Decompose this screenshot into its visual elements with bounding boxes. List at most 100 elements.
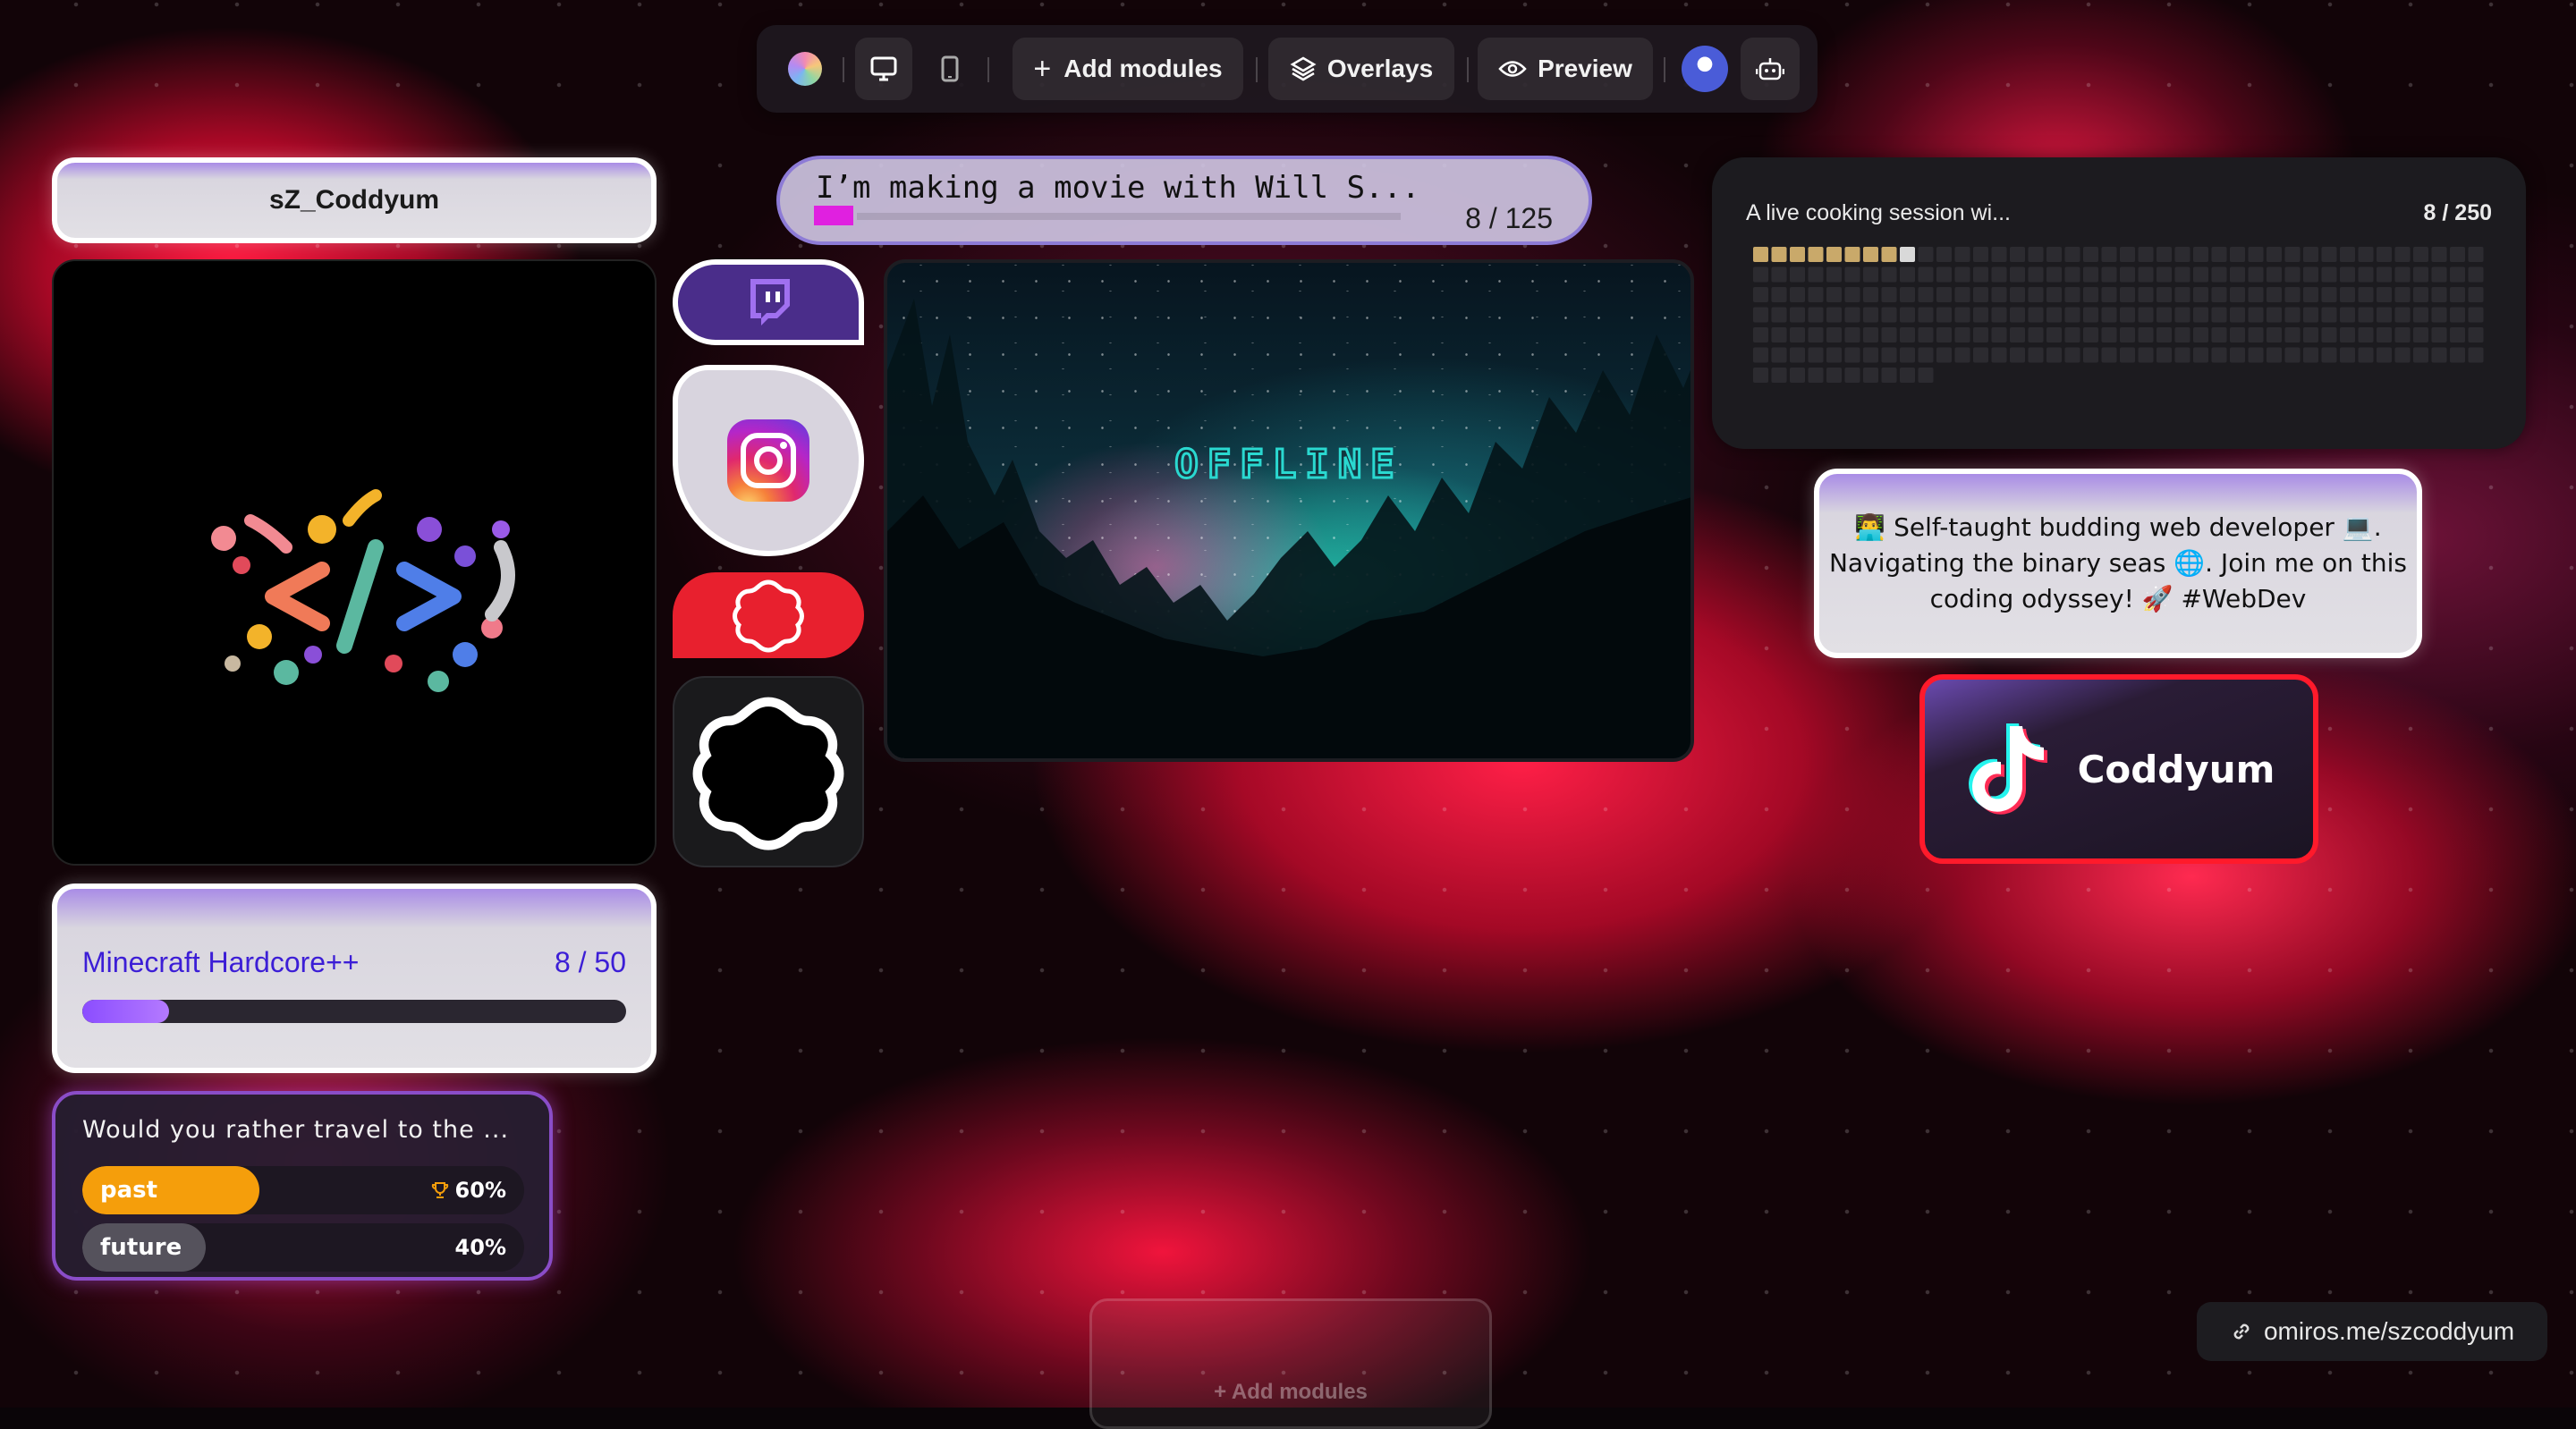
- username-card[interactable]: sZ_Coddyum: [52, 157, 657, 243]
- pixel-cell: [1753, 368, 1768, 383]
- add-modules-dropzone[interactable]: + Add modules: [1089, 1298, 1492, 1429]
- pixel-cell: [2358, 247, 2374, 262]
- pixel-cell: [2211, 307, 2227, 323]
- preview-button[interactable]: Preview: [1478, 38, 1653, 100]
- avatar-button[interactable]: [1678, 38, 1732, 100]
- pixel-cell: [2120, 287, 2135, 302]
- pixel-cell: [2101, 287, 2117, 302]
- pixel-cell: [1973, 266, 1988, 283]
- pixel-cell: [2101, 327, 2117, 342]
- pixel-cell: [2284, 347, 2301, 363]
- poll-card[interactable]: Would you rather travel to the ... past …: [52, 1091, 553, 1281]
- pixel-cell: [2377, 287, 2392, 302]
- pixel-cell: [2394, 307, 2411, 323]
- pixel-cell: [1973, 307, 1988, 323]
- pixel-cell: [2101, 347, 2117, 363]
- pixel-cell: [2450, 347, 2465, 363]
- pixel-cell: [1826, 368, 1842, 383]
- goal-progress-card[interactable]: Minecraft Hardcore++ 8 / 50: [52, 884, 657, 1073]
- pixel-cell: [2358, 327, 2374, 342]
- add-modules-label: Add modules: [1063, 55, 1223, 82]
- desktop-view-button[interactable]: [855, 38, 912, 100]
- pixel-cell: [1900, 368, 1915, 383]
- pixel-cell: [1808, 347, 1824, 363]
- pixel-cell: [1991, 287, 2007, 302]
- pixel-cell: [2468, 266, 2484, 283]
- pixel-cell: [2413, 247, 2428, 262]
- pixel-cell: [2010, 327, 2025, 342]
- pixel-cell: [2413, 347, 2428, 363]
- pixel-goal-count: 8 / 250: [2423, 200, 2492, 225]
- poll-option-past[interactable]: past 60%: [82, 1166, 524, 1214]
- pixel-cell: [1881, 287, 1897, 302]
- pixel-cell: [2010, 347, 2025, 363]
- poll-option-future[interactable]: future 40%: [82, 1223, 524, 1272]
- pixel-cell: [2046, 307, 2062, 323]
- tiktok-icon: [1968, 723, 2047, 815]
- pixel-cell: [2138, 266, 2154, 283]
- pixel-cell: [1790, 327, 1805, 342]
- pixel-cell: [2468, 307, 2484, 323]
- theme-color-button[interactable]: [778, 38, 832, 100]
- pixel-cell: [2377, 307, 2392, 323]
- pixel-cell: [2431, 287, 2447, 302]
- pixel-cell: [2174, 327, 2190, 342]
- pixel-cell: [2120, 266, 2135, 283]
- link-icon: [2233, 1323, 2250, 1340]
- pixel-cell: [2468, 247, 2484, 262]
- pixel-cell: [1954, 307, 1970, 323]
- pixel-cell: [2120, 347, 2135, 363]
- pixel-cell: [2377, 327, 2392, 342]
- pixel-cell: [1881, 327, 1897, 342]
- pixel-cell: [2394, 327, 2411, 342]
- pixel-cell: [1900, 266, 1915, 283]
- pixel-goal-card[interactable]: A live cooking session wi... 8 / 250: [1712, 157, 2526, 449]
- pixel-cell: [2340, 347, 2355, 363]
- pixel-cell: [1863, 347, 1878, 363]
- add-modules-button[interactable]: + Add modules: [1013, 38, 1243, 100]
- custom-link-dark[interactable]: [673, 676, 864, 867]
- pixel-cell: [2431, 247, 2447, 262]
- pixel-cell: [2303, 287, 2318, 302]
- pixel-cell: [2028, 247, 2044, 262]
- twitch-link[interactable]: [673, 259, 864, 345]
- profile-link-button[interactable]: omiros.me/szcoddyum: [2197, 1302, 2547, 1361]
- pixel-cell: [1771, 287, 1787, 302]
- pixel-cell: [2267, 287, 2282, 302]
- bot-button[interactable]: [1741, 38, 1800, 100]
- pixel-cell: [2321, 287, 2337, 302]
- pixel-cell: [1844, 266, 1860, 283]
- pixel-cell: [2046, 347, 2062, 363]
- pixel-cell: [2083, 307, 2098, 323]
- pixel-cell: [1954, 247, 1970, 262]
- pixel-cell: [1936, 347, 1952, 363]
- custom-link-red[interactable]: [673, 572, 864, 658]
- pixel-cell: [1753, 247, 1768, 262]
- bio-card[interactable]: 👨‍💻 Self-taught budding web developer 💻.…: [1814, 469, 2422, 658]
- pixel-cell: [1863, 327, 1878, 342]
- instagram-link[interactable]: [673, 365, 864, 556]
- pixel-cell: [1973, 247, 1988, 262]
- overlays-button[interactable]: Overlays: [1268, 38, 1454, 100]
- logo-card[interactable]: [52, 259, 657, 866]
- mobile-view-button[interactable]: [921, 38, 979, 100]
- pixel-cell: [2211, 327, 2227, 342]
- pixel-cell: [2377, 247, 2392, 262]
- twitch-icon: [750, 279, 790, 326]
- pixel-cell: [2101, 247, 2117, 262]
- pixel-cell: [2468, 287, 2484, 302]
- poll-option-percent: 40%: [455, 1235, 506, 1260]
- pixel-cell: [1790, 368, 1805, 383]
- ticker-progress-track: [857, 213, 1401, 220]
- pixel-cell: [2267, 307, 2282, 323]
- pixel-cell: [1863, 307, 1878, 323]
- text-goal-ticker[interactable]: I’m making a movie with Will S... 8 / 12…: [776, 156, 1592, 245]
- pixel-cell: [2321, 347, 2337, 363]
- tiktok-card[interactable]: Coddyum: [1919, 674, 2318, 864]
- stream-preview[interactable]: OFFLINE: [884, 259, 1694, 762]
- pixel-cell: [2468, 347, 2484, 363]
- pixel-goal-grid: [1753, 247, 2484, 383]
- pixel-cell: [1936, 307, 1952, 323]
- pixel-cell: [1900, 247, 1915, 262]
- pixel-cell: [2394, 287, 2411, 302]
